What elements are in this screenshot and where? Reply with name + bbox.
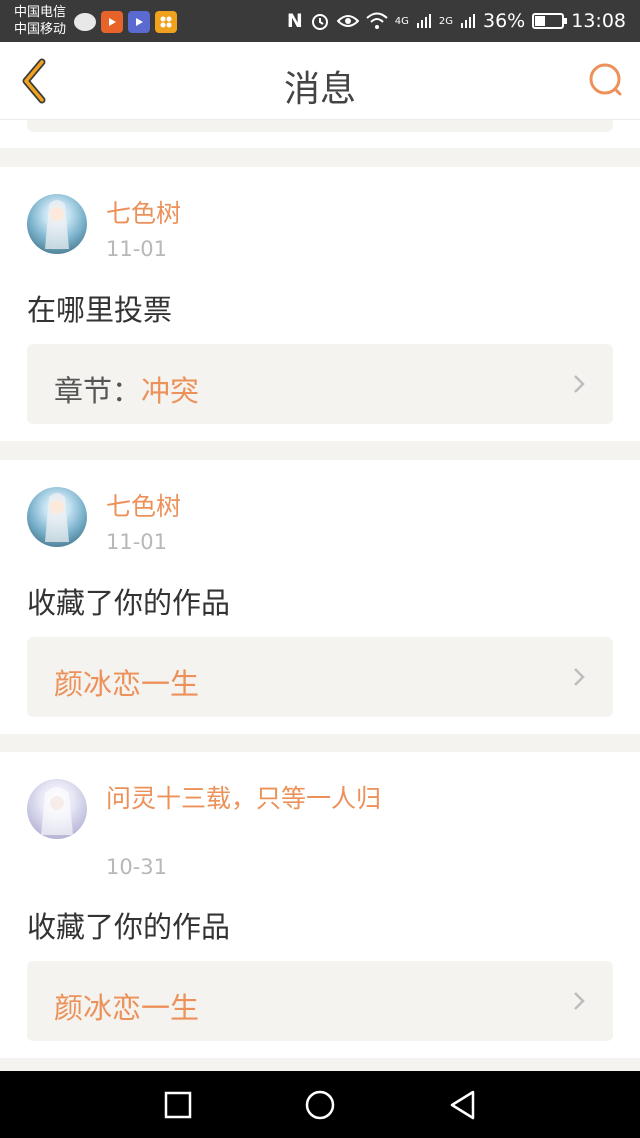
signal-icon-1	[416, 14, 431, 28]
chevron-right-icon	[574, 668, 585, 686]
network-2g-label: 2G	[438, 15, 453, 27]
search-icon	[589, 63, 622, 96]
nfc-icon: N	[286, 10, 303, 32]
username[interactable]: 问灵十三载，只等一人归	[106, 782, 406, 815]
network-4g-label: 4G	[394, 15, 409, 27]
system-nav-bar	[0, 1071, 640, 1138]
battery-fill	[535, 16, 546, 26]
message-card: 问灵十三载，只等一人归 10-31 收藏了你的作品 颜冰恋一生	[0, 752, 640, 1058]
avatar[interactable]	[27, 487, 87, 547]
message-text: 收藏了你的作品	[27, 910, 231, 944]
message-date: 10-31	[106, 855, 168, 879]
ref-prefix: 章节：	[54, 374, 142, 408]
message-card: 七色树 11-01 在哪里投票 章节：冲突	[0, 167, 640, 441]
battery-percent: 36%	[483, 10, 526, 32]
system-icons: N 4G 2G 36% 13:08	[287, 0, 626, 42]
alarm-icon	[311, 14, 328, 30]
work-ref: 颜冰恋一生	[54, 661, 199, 703]
chat-bubble-icon	[74, 13, 96, 31]
ref-title: 冲突	[141, 374, 200, 408]
previous-card-tail	[0, 120, 640, 148]
circle-icon[interactable]	[303, 1088, 337, 1122]
square-icon[interactable]	[161, 1088, 195, 1122]
chapter-link[interactable]: 章节：冲突	[27, 344, 613, 424]
username[interactable]: 七色树	[106, 197, 406, 230]
message-text: 在哪里投票	[27, 293, 173, 327]
clock: 13:08	[571, 10, 626, 32]
chevron-right-icon	[574, 992, 585, 1010]
search-button[interactable]	[586, 60, 626, 100]
page-title: 消息	[283, 69, 356, 110]
chevron-right-icon	[574, 375, 585, 393]
ref-title: 颜冰恋一生	[54, 991, 200, 1025]
ref-title: 颜冰恋一生	[54, 667, 200, 701]
signal-icon-2	[461, 14, 475, 28]
carrier-1: 中国电信	[14, 5, 67, 20]
work-link[interactable]: 颜冰恋一生	[27, 961, 613, 1041]
app-grid-icon	[155, 11, 177, 33]
carrier-2: 中国移动	[14, 22, 67, 37]
message-card: 七色树 11-01 收藏了你的作品 颜冰恋一生	[0, 460, 640, 734]
message-list[interactable]: 七色树 11-01 在哪里投票 章节：冲突 七色树 11-01 收藏了你的作品 …	[0, 120, 640, 1071]
carrier-labels: 中国电信 中国移动	[14, 4, 66, 38]
eye-icon	[336, 15, 359, 27]
status-bar: 中国电信 中国移动 N 4G 2G 36% 13:08	[0, 0, 640, 42]
triangle-back-icon[interactable]	[446, 1088, 480, 1122]
previous-ref-box	[27, 120, 613, 132]
video-app-icon	[101, 11, 123, 33]
message-text: 收藏了你的作品	[27, 586, 231, 620]
notification-icons	[74, 11, 177, 33]
avatar[interactable]	[27, 194, 87, 254]
chapter-ref: 章节：冲突	[54, 368, 199, 410]
username[interactable]: 七色树	[106, 490, 406, 523]
play-store-icon	[128, 11, 150, 33]
work-link[interactable]: 颜冰恋一生	[27, 637, 613, 717]
top-bar: 消息	[0, 42, 640, 120]
message-date: 11-01	[106, 530, 168, 554]
message-date: 11-01	[106, 237, 168, 261]
avatar[interactable]	[27, 779, 87, 839]
work-ref: 颜冰恋一生	[54, 985, 199, 1027]
battery-icon	[532, 13, 568, 29]
wifi-icon	[366, 12, 388, 29]
